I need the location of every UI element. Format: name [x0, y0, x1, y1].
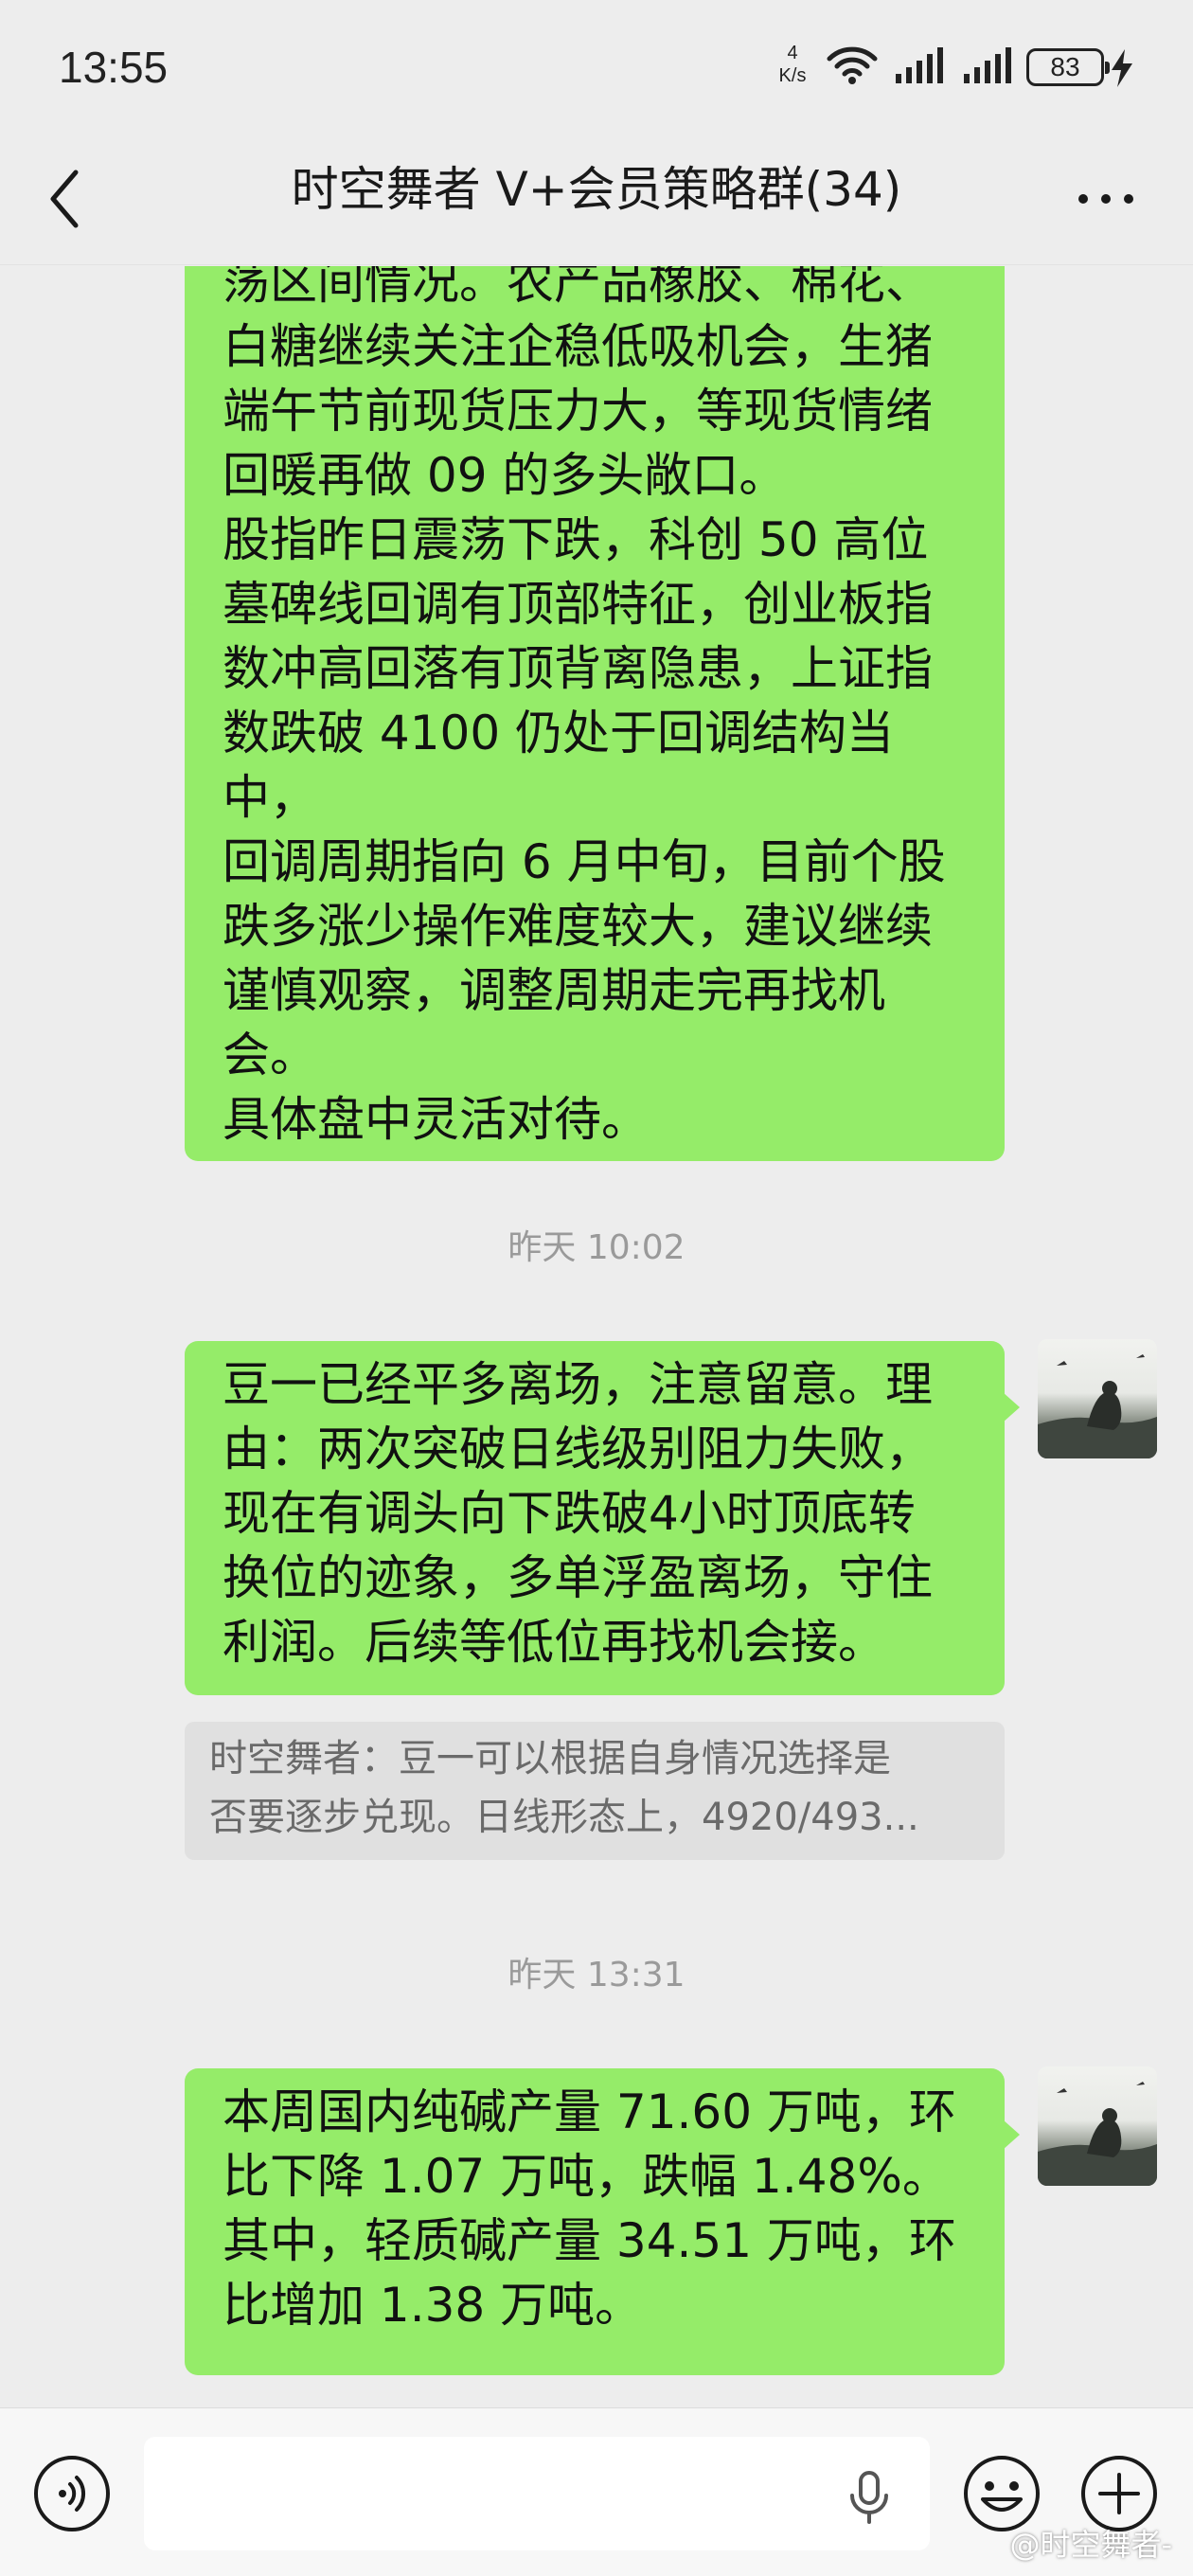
message-input[interactable] — [144, 2437, 930, 2550]
quoted-text-line: 否要逐步兑现。日线形态上，4920/493... — [209, 1796, 919, 1839]
voice-icon[interactable] — [32, 2454, 112, 2533]
bolt-icon — [1112, 49, 1132, 87]
status-bar: 13:55 4 K/s 83 — [0, 0, 1193, 133]
message-bubble[interactable]: 豆一已经平多离场，注意留意。理 由：两次突破日线级别阻力失败， 现在有调头向下跌… — [185, 1341, 1020, 1695]
avatar-image — [1038, 1354, 1157, 1458]
avatar[interactable] — [1038, 2066, 1157, 2186]
mic-icon[interactable] — [848, 2471, 890, 2526]
quoted-message[interactable]: 时空舞者：豆一可以根据自身情况选择是 否要逐步兑现。日线形态上，4920/493… — [185, 1722, 1005, 1860]
avatar-image — [1038, 2082, 1157, 2186]
more-icon[interactable] — [1076, 189, 1136, 208]
wifi-icon — [827, 46, 878, 84]
message-bubble[interactable]: 荡区间情况。农产品橡胶、棉花、 白糖继续关注企稳低吸机会，生猪 端午节前现货压力… — [185, 266, 1005, 1161]
battery-indicator: 83 — [1026, 48, 1110, 86]
chat-header: 时空舞者 V+会员策略群(34) — [0, 133, 1193, 265]
message-timestamp: 昨天 10:02 — [507, 1228, 686, 1267]
network-speed-value: 4 — [787, 43, 798, 63]
watermark: @时空舞者- — [1009, 2527, 1172, 2563]
signal-icon — [896, 47, 943, 83]
avatar[interactable] — [1038, 1339, 1157, 1458]
back-icon[interactable] — [45, 165, 83, 233]
status-time: 13:55 — [59, 43, 169, 92]
signal-icon — [964, 47, 1011, 83]
message-timestamp: 昨天 13:31 — [507, 1956, 686, 1995]
message-list[interactable]: 荡区间情况。农产品橡胶、棉花、 白糖继续关注企稳低吸机会，生猪 端午节前现货压力… — [0, 266, 1193, 2406]
quoted-text-line: 时空舞者：豆一可以根据自身情况选择是 — [209, 1737, 891, 1780]
message-bubble[interactable]: 本周国内纯碱产量 71.60 万吨，环 比下降 1.07 万吨，跌幅 1.48%… — [185, 2068, 1020, 2375]
chat-title: 时空舞者 V+会员策略群(34) — [291, 162, 902, 217]
input-bar: @时空舞者- — [0, 2407, 1193, 2576]
network-speed: 4 K/s — [769, 42, 816, 87]
network-speed-unit: K/s — [778, 65, 807, 86]
chat-screen: 13:55 4 K/s 83 时空舞者 V+会员策略群(34) 荡区间情况。农产… — [0, 0, 1193, 2576]
